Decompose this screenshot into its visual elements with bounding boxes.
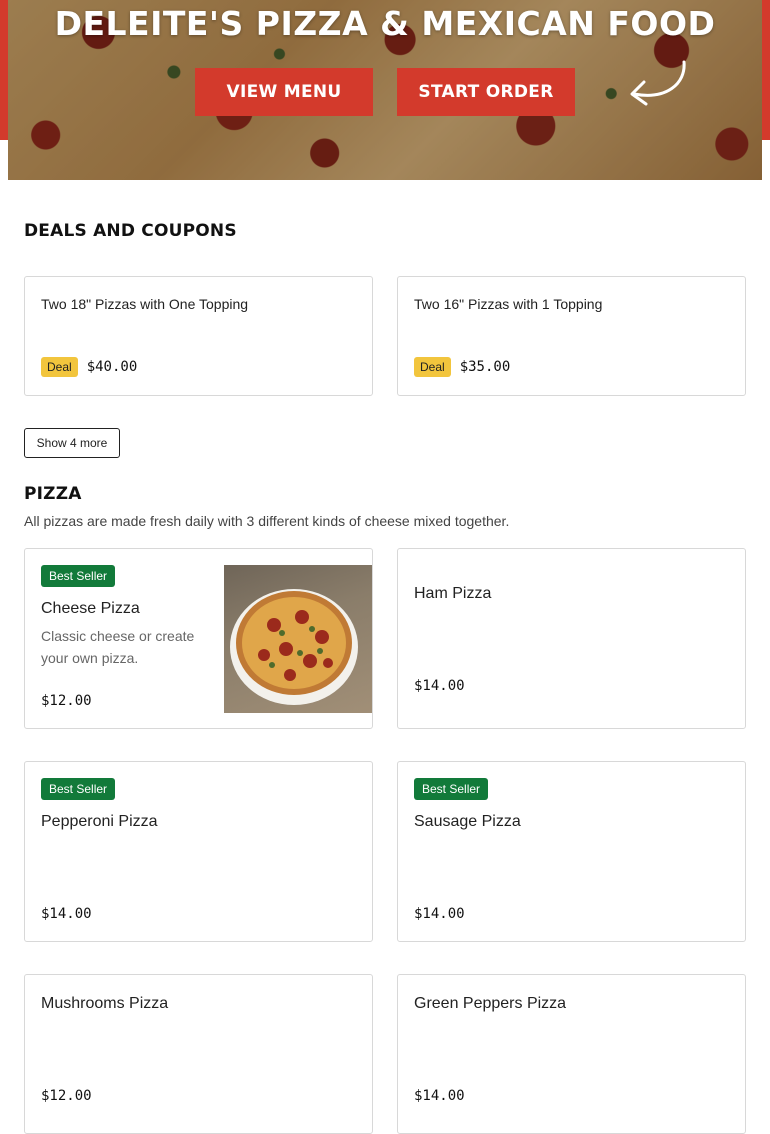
menu-item-description: Classic cheese or create your own pizza.	[41, 628, 195, 666]
menu-item-card[interactable]: Best Seller Pepperoni Pizza $14.00	[24, 761, 373, 942]
menu-item-card[interactable]: Best Seller Sausage Pizza $14.00	[397, 761, 746, 942]
menu-item-card[interactable]: Ham Pizza $14.00	[397, 548, 746, 729]
deals-section-title: DEALS AND COUPONS	[24, 221, 237, 241]
menu-item-name: Ham Pizza	[414, 585, 492, 602]
menu-item-price: $14.00	[414, 1088, 465, 1104]
menu-item-card[interactable]: Mushrooms Pizza $12.00	[24, 974, 373, 1134]
menu-item-price: $14.00	[414, 678, 465, 694]
menu-item-name: Green Peppers Pizza	[414, 995, 567, 1012]
menu-item-price: $12.00	[41, 693, 92, 709]
deal-title: Two 18" Pizzas with One Topping	[41, 296, 249, 312]
menu-item-price: $14.00	[414, 906, 465, 922]
view-menu-button[interactable]: VIEW MENU	[195, 68, 373, 116]
menu-item-name: Sausage Pizza	[414, 813, 521, 830]
menu-item-price: $14.00	[41, 906, 92, 922]
curved-arrow-icon	[630, 60, 686, 106]
start-order-button[interactable]: START ORDER	[397, 68, 575, 116]
deal-price: $40.00	[86, 359, 138, 375]
deal-card[interactable]: Two 18" Pizzas with One Topping Deal $40…	[24, 276, 373, 396]
deal-badge: Deal	[41, 357, 78, 377]
pizza-section-description: All pizzas are made fresh daily with 3 d…	[24, 513, 510, 529]
show-more-deals-button[interactable]: Show 4 more	[24, 428, 120, 458]
menu-item-name: Cheese Pizza	[41, 600, 140, 617]
best-seller-badge: Best Seller	[41, 778, 116, 800]
menu-item-name: Pepperoni Pizza	[41, 813, 158, 830]
best-seller-badge: Best Seller	[41, 565, 116, 587]
menu-item-price: $12.00	[41, 1088, 92, 1104]
pizza-section-title: PIZZA	[24, 484, 82, 504]
deal-title: Two 16" Pizzas with 1 Topping	[414, 296, 603, 312]
pizza-photo	[224, 565, 372, 713]
restaurant-title: DELEITE'S PIZZA & MEXICAN FOOD	[54, 4, 716, 43]
deal-card[interactable]: Two 16" Pizzas with 1 Topping Deal $35.0…	[397, 276, 746, 396]
menu-item-card[interactable]: Best Seller Cheese Pizza Classic cheese …	[24, 548, 373, 729]
menu-item-name: Mushrooms Pizza	[41, 995, 169, 1012]
hero-banner: DELEITE'S PIZZA & MEXICAN FOOD VIEW MENU…	[8, 0, 762, 180]
menu-item-card[interactable]: Green Peppers Pizza $14.00	[397, 974, 746, 1134]
deal-badge: Deal	[414, 357, 451, 377]
deal-price: $35.00	[459, 359, 511, 375]
best-seller-badge: Best Seller	[414, 778, 489, 800]
